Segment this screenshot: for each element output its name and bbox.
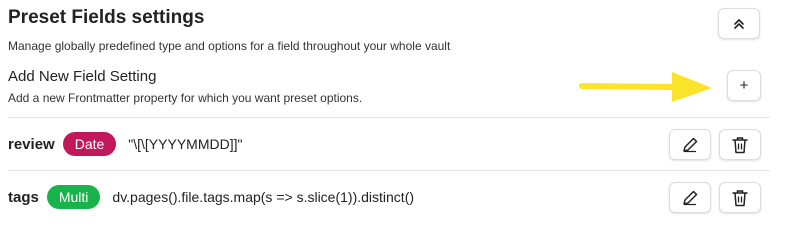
chevrons-up-icon: [734, 18, 744, 29]
add-setting-title: Add New Field Setting: [8, 68, 157, 85]
preset-fields-settings: Preset Fields settings Manage globally p…: [0, 0, 786, 232]
edit-field-button-review[interactable]: [669, 129, 711, 160]
delete-field-button-review[interactable]: [719, 129, 761, 160]
delete-field-button-tags[interactable]: [719, 182, 761, 213]
add-field-button[interactable]: +: [727, 70, 761, 101]
divider: [8, 117, 770, 118]
add-button-label: +: [739, 77, 749, 94]
section-header: Preset Fields settings Manage globally p…: [8, 6, 450, 53]
field-type-badge: Multi: [46, 185, 101, 209]
field-type-badge: Date: [62, 132, 117, 156]
trash-icon: [732, 189, 748, 206]
divider: [8, 170, 770, 171]
add-setting-description: Add a new Frontmatter property for which…: [8, 91, 363, 105]
add-field-setting: Add New Field Setting Add a new Frontmat…: [8, 68, 362, 105]
field-value: dv.pages().file.tags.map(s => s.slice(1)…: [112, 189, 415, 205]
arrow-right-icon: [579, 72, 712, 102]
section-title: Preset Fields settings: [8, 7, 205, 28]
section-description: Manage globally predefined type and opti…: [8, 39, 451, 53]
edit-field-button-tags[interactable]: [669, 182, 711, 213]
pencil-icon: [683, 190, 698, 205]
field-row-tags: tags Multi dv.pages().file.tags.map(s =>…: [8, 184, 414, 210]
field-name: tags: [8, 188, 39, 206]
pencil-icon: [683, 137, 698, 152]
trash-icon: [732, 136, 748, 153]
collapse-button[interactable]: [718, 8, 760, 39]
field-value: "\[\[YYYYMMDD]]": [128, 136, 243, 152]
field-name: review: [8, 135, 55, 153]
field-row-review: review Date "\[\[YYYYMMDD]]": [8, 131, 242, 157]
